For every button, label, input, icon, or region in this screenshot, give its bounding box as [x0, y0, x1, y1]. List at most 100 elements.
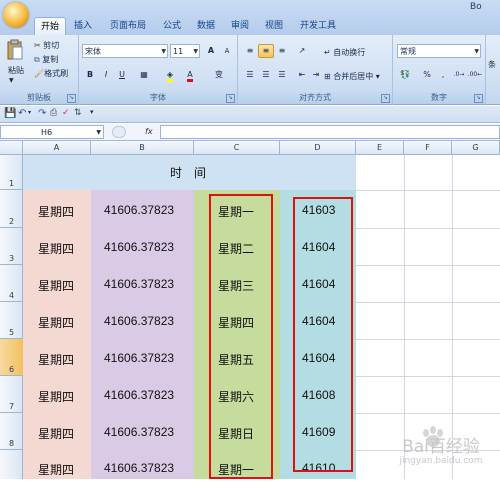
format-painter-button[interactable]: 🖌格式刷 — [34, 68, 68, 79]
font-color-button[interactable]: A — [182, 68, 198, 82]
paste-dropdown-icon[interactable]: ▼ — [9, 77, 14, 84]
print-preview-icon[interactable]: ⎙ — [50, 108, 57, 118]
insert-function-button[interactable]: fx — [145, 125, 159, 139]
decrease-decimal-button[interactable]: .00← — [467, 68, 483, 82]
align-middle-button[interactable]: ≡ — [258, 44, 274, 58]
merge-center-button[interactable]: ⊞ 合并后居中 ▾ — [324, 71, 380, 82]
column-header-e[interactable]: E — [356, 141, 404, 155]
row-header-7[interactable]: 7 — [0, 376, 23, 413]
align-top-button[interactable]: ≡ — [242, 44, 258, 58]
cell-b3[interactable]: 41606.37823 — [104, 240, 174, 254]
paste-icon[interactable] — [6, 39, 24, 61]
shrink-font-button[interactable]: A — [219, 44, 235, 58]
gridline — [356, 376, 500, 377]
increase-decimal-icon: .0→ — [453, 71, 465, 78]
row-header-1[interactable]: 1 — [0, 155, 23, 190]
row-headers: 1 2 3 4 5 6 7 8 — [0, 155, 23, 479]
row-header-2[interactable]: 2 — [0, 190, 23, 228]
select-all-corner[interactable] — [0, 141, 23, 155]
increase-decimal-button[interactable]: .0→ — [451, 68, 467, 82]
cell-a7[interactable]: 星期四 — [38, 388, 74, 405]
tab-insert[interactable]: 插入 — [68, 17, 98, 35]
cell-a8[interactable]: 星期四 — [38, 425, 74, 442]
cell-b7[interactable]: 41606.37823 — [104, 388, 174, 402]
fill-color-button[interactable]: ◈ — [162, 68, 178, 82]
copy-button[interactable]: ⧉ 复制 — [34, 54, 58, 65]
font-launcher-icon[interactable]: ↘ — [226, 94, 235, 103]
tab-data[interactable]: 数据 — [192, 17, 220, 35]
tab-formulas[interactable]: 公式 — [158, 17, 186, 35]
italic-button[interactable]: I — [98, 68, 114, 82]
bold-button[interactable]: B — [82, 68, 98, 82]
cell-a4[interactable]: 星期四 — [38, 277, 74, 294]
row-header-4[interactable]: 4 — [0, 265, 23, 302]
cell-a3[interactable]: 星期四 — [38, 240, 74, 257]
percent-button[interactable]: % — [419, 68, 435, 82]
wrap-text-button[interactable]: ↵ 自动换行 — [324, 47, 365, 58]
row-header-8[interactable]: 8 — [0, 413, 23, 450]
name-box[interactable]: H6 ▼ — [0, 125, 104, 139]
tab-view[interactable]: 视图 — [260, 17, 288, 35]
grow-font-button[interactable]: A — [203, 44, 219, 58]
align-top-icon: ≡ — [246, 46, 254, 55]
column-header-c[interactable]: C — [194, 141, 280, 155]
cell-b2[interactable]: 41606.37823 — [104, 203, 174, 217]
cell-a9[interactable]: 星期四 — [38, 461, 74, 478]
tab-review[interactable]: 审阅 — [226, 17, 254, 35]
increase-indent-button[interactable]: ⇥ — [308, 68, 324, 82]
tab-home[interactable]: 开始 — [34, 17, 66, 36]
cell-b4[interactable]: 41606.37823 — [104, 277, 174, 291]
number-format-combo[interactable]: 常规 ▼ — [397, 44, 481, 58]
cell-b8[interactable]: 41606.37823 — [104, 425, 174, 439]
cell-a2[interactable]: 星期四 — [38, 203, 74, 220]
column-header-b[interactable]: B — [91, 141, 194, 155]
alignment-group: ≡ ≡ ≡ ↗ ↵ 自动换行 ☰ ☰ ☰ ⇤ ⇥ ⊞ 合并后居中 ▾ 对齐方式 … — [238, 35, 393, 105]
alignment-launcher-icon[interactable]: ↘ — [381, 94, 390, 103]
align-left-button[interactable]: ☰ — [242, 68, 258, 82]
indent-icon: ⇥ — [312, 70, 320, 79]
row-header-5[interactable]: 5 — [0, 302, 23, 339]
underline-button[interactable]: U — [114, 68, 130, 82]
cell-b6[interactable]: 41606.37823 — [104, 351, 174, 365]
border-icon: ▦ — [140, 70, 148, 79]
row-header-6[interactable]: 6 — [0, 339, 23, 376]
comma-button[interactable]: , — [435, 68, 451, 82]
clipboard-launcher-icon[interactable]: ↘ — [67, 94, 76, 103]
cell-a5[interactable]: 星期四 — [38, 314, 74, 331]
cut-button[interactable]: ✂ 剪切 — [34, 40, 59, 51]
formula-input[interactable] — [160, 125, 500, 139]
tab-developer[interactable]: 开发工具 — [296, 17, 340, 35]
undo-icon[interactable]: ↶ — [18, 108, 26, 119]
font-size-combo[interactable]: 11 ▼ — [170, 44, 200, 58]
save-icon[interactable]: 💾 — [4, 108, 16, 119]
tab-page-layout[interactable]: 页面布局 — [104, 17, 152, 35]
cell-a6[interactable]: 星期四 — [38, 351, 74, 368]
align-bottom-button[interactable]: ≡ — [274, 44, 290, 58]
phonetic-button[interactable]: 变 — [211, 68, 227, 82]
column-header-g[interactable]: G — [452, 141, 500, 155]
border-button[interactable]: ▦ — [136, 68, 152, 82]
currency-button[interactable]: 💱 — [397, 68, 413, 82]
column-header-f[interactable]: F — [404, 141, 452, 155]
fill-bucket-icon: ◈ — [166, 70, 174, 82]
office-button[interactable] — [3, 2, 29, 28]
column-header-a[interactable]: A — [23, 141, 91, 155]
expand-formula-handle[interactable] — [112, 126, 126, 138]
styles-group-partial[interactable]: 条 — [488, 59, 496, 70]
number-launcher-icon[interactable]: ↘ — [474, 94, 483, 103]
undo-dropdown-icon[interactable]: ▾ — [28, 109, 31, 116]
sort-icon[interactable]: ⇅ — [74, 108, 82, 118]
redo-icon[interactable]: ↷ — [38, 108, 46, 119]
row-header-3[interactable]: 3 — [0, 228, 23, 265]
orientation-button[interactable]: ↗ — [294, 44, 310, 58]
align-center-button[interactable]: ☰ — [258, 68, 274, 82]
font-name-combo[interactable]: 宋体 ▼ — [82, 44, 168, 58]
customize-qat-icon[interactable]: ▾ — [90, 108, 94, 116]
cell-b5[interactable]: 41606.37823 — [104, 314, 174, 328]
spell-check-icon[interactable]: ✓ — [62, 108, 70, 118]
cell-b9[interactable]: 41606.37823 — [104, 461, 174, 475]
currency-icon: 💱 — [400, 70, 410, 79]
column-header-d[interactable]: D — [280, 141, 356, 155]
paste-button[interactable]: 粘贴 — [8, 65, 24, 76]
align-right-button[interactable]: ☰ — [274, 68, 290, 82]
